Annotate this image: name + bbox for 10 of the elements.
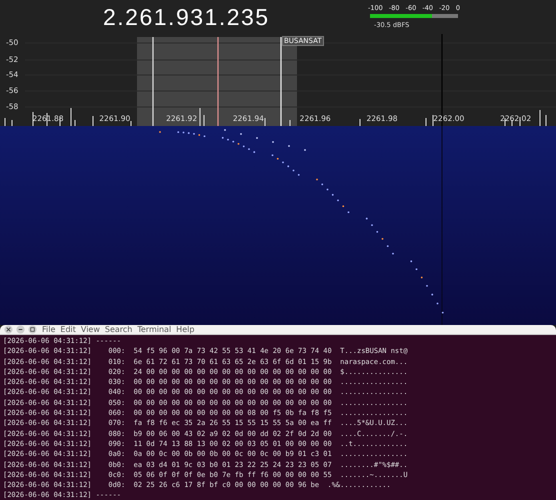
frequency-display: 2.261.931.235 [103, 4, 270, 31]
menu-item[interactable]: View [80, 325, 100, 334]
menu-item[interactable]: Terminal [137, 325, 172, 334]
menu-item[interactable]: Search [104, 325, 132, 334]
menu-item[interactable]: Edit [60, 325, 76, 334]
menu-item[interactable]: Help [176, 325, 194, 334]
menu-item[interactable]: File [42, 325, 56, 334]
close-icon[interactable] [4, 325, 13, 334]
minimize-icon[interactable] [16, 325, 25, 334]
maximize-icon[interactable] [28, 325, 37, 334]
